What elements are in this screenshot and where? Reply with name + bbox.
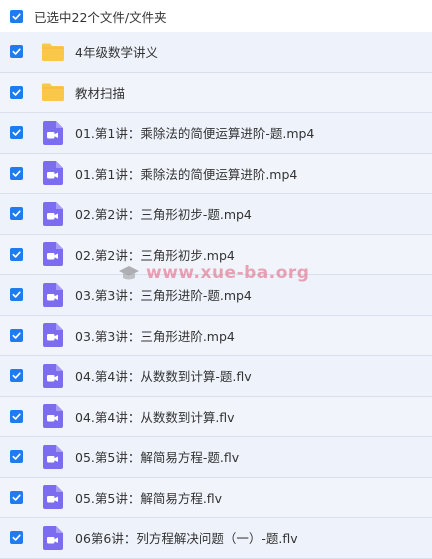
file-name: 04.第4讲：从数数到计算.flv [75, 409, 235, 425]
check-icon [12, 494, 21, 501]
file-row[interactable]: 02.第2讲：三角形初步.mp4 [0, 234, 432, 275]
file-name: 01.第1讲：乘除法的简便运算进阶-题.mp4 [75, 126, 315, 142]
row-checkbox[interactable] [10, 490, 23, 504]
file-row[interactable]: 05.第5讲：解简易方程.flv [0, 477, 432, 518]
row-checkbox[interactable] [10, 409, 23, 423]
check-icon [12, 534, 21, 541]
row-checkbox[interactable] [10, 328, 23, 342]
folder-icon [40, 79, 66, 105]
file-name: 05.第5讲：解简易方程.flv [75, 490, 223, 506]
row-checkbox[interactable] [10, 247, 23, 261]
check-icon [12, 453, 21, 460]
file-row[interactable]: 4年级数学讲义 [0, 32, 432, 73]
file-name: 01.第1讲：乘除法的简便运算进阶.mp4 [75, 166, 298, 182]
file-name: 02.第2讲：三角形初步-题.mp4 [75, 207, 252, 223]
file-name: 03.第3讲：三角形进阶.mp4 [75, 328, 235, 344]
folder-icon [40, 39, 66, 65]
file-name: 06第6讲：列方程解决问题（一）-题.flv [75, 531, 298, 547]
row-checkbox[interactable] [10, 85, 23, 99]
row-checkbox[interactable] [10, 288, 23, 302]
selected-count-label: 已选中22个文件/文件夹 [34, 9, 167, 25]
check-icon [12, 291, 21, 298]
row-checkbox[interactable] [10, 166, 23, 180]
row-checkbox[interactable] [10, 207, 23, 221]
check-icon [12, 332, 21, 339]
file-row[interactable]: 04.第4讲：从数数到计算.flv [0, 396, 432, 437]
check-icon [12, 12, 21, 20]
check-icon [12, 210, 21, 217]
row-checkbox[interactable] [10, 531, 23, 545]
row-checkbox[interactable] [10, 45, 23, 59]
check-icon [12, 251, 21, 258]
check-icon [12, 413, 21, 420]
file-row[interactable]: 教材扫描 [0, 72, 432, 113]
check-icon [12, 48, 21, 55]
video-file-icon [40, 201, 66, 227]
check-icon [12, 170, 21, 177]
check-icon [12, 129, 21, 136]
video-file-icon [40, 363, 66, 389]
video-file-icon [40, 282, 66, 308]
file-name: 教材扫描 [75, 85, 126, 101]
file-row[interactable]: 01.第1讲：乘除法的简便运算进阶.mp4 [0, 153, 432, 194]
file-row[interactable]: 01.第1讲：乘除法的简便运算进阶-题.mp4 [0, 113, 432, 154]
row-checkbox[interactable] [10, 450, 23, 464]
video-file-icon [40, 484, 66, 510]
video-file-icon [40, 403, 66, 429]
check-icon [12, 372, 21, 379]
row-checkbox[interactable] [10, 369, 23, 383]
file-name: 03.第3讲：三角形进阶-题.mp4 [75, 288, 252, 304]
file-name: 02.第2讲：三角形初步.mp4 [75, 247, 235, 263]
select-all-checkbox[interactable] [10, 9, 23, 23]
file-row[interactable]: 03.第3讲：三角形进阶-题.mp4 [0, 275, 432, 316]
file-name: 04.第4讲：从数数到计算-题.flv [75, 369, 252, 385]
video-file-icon [40, 322, 66, 348]
video-file-icon [40, 241, 66, 267]
video-file-icon [40, 120, 66, 146]
file-row[interactable]: 06第6讲：列方程解决问题（一）-题.flv [0, 518, 432, 559]
file-name: 05.第5讲：解简易方程-题.flv [75, 450, 240, 466]
file-row[interactable]: 02.第2讲：三角形初步-题.mp4 [0, 194, 432, 235]
video-file-icon [40, 160, 66, 186]
row-checkbox[interactable] [10, 126, 23, 140]
selection-header: 已选中22个文件/文件夹 [0, 0, 432, 33]
video-file-icon [40, 525, 66, 551]
file-row[interactable]: 04.第4讲：从数数到计算-题.flv [0, 356, 432, 397]
file-name: 4年级数学讲义 [75, 45, 158, 61]
file-row[interactable]: 05.第5讲：解简易方程-题.flv [0, 437, 432, 478]
check-icon [12, 89, 21, 96]
video-file-icon [40, 444, 66, 470]
file-list: 4年级数学讲义 教材扫描 01.第1讲：乘除法的简便运算进阶-题.mp4 01.第1讲… [0, 32, 432, 559]
file-row[interactable]: 03.第3讲：三角形进阶.mp4 [0, 315, 432, 356]
